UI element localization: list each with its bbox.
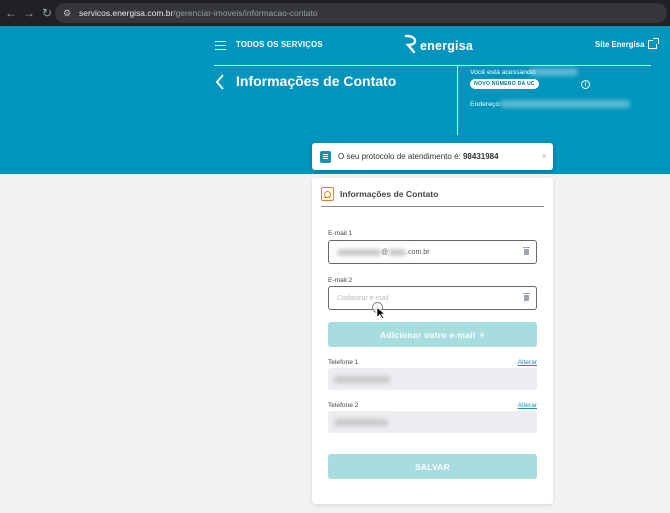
- save-button[interactable]: SALVAR: [328, 454, 537, 479]
- new-uc-number-badge[interactable]: NOVO NÚMERO DA UC: [470, 79, 539, 89]
- email2-input[interactable]: Cadastrar e-mail: [328, 286, 537, 310]
- external-link-icon: [648, 38, 660, 49]
- email1-input[interactable]: @ .com.br: [328, 240, 537, 264]
- email1-at: @: [381, 248, 389, 256]
- header-divider: [214, 65, 651, 66]
- protocol-toast: O seu protocolo de atendimento é: 984319…: [312, 143, 553, 170]
- email1-suffix: .com.br: [406, 248, 430, 256]
- email1-label: E-mail 1: [328, 230, 353, 237]
- page-title: Informações de Contato: [236, 73, 397, 89]
- phone1-label: Telefone 1: [328, 359, 359, 366]
- pointer-cursor-icon: [376, 306, 387, 320]
- redacted-uc-number: [530, 68, 578, 76]
- phone1-field[interactable]: [328, 368, 537, 390]
- hamburger-menu-icon[interactable]: [215, 41, 226, 50]
- document-icon: [320, 150, 331, 163]
- phone2-alter-link[interactable]: Alterar: [518, 402, 537, 409]
- energisa-logo-mark-icon: [404, 34, 418, 54]
- url-text: servicos.energisa.com.br/gerenciar-imove…: [79, 8, 318, 18]
- url-path: /gerenciar-imoveis/informacao-contato: [173, 8, 318, 18]
- plus-icon: +: [479, 329, 486, 340]
- protocol-text: O seu protocolo de atendimento é: 984319…: [338, 152, 499, 161]
- email2-placeholder: Cadastrar e-mail: [337, 294, 389, 302]
- site-link-label: Site Energisa: [595, 40, 645, 49]
- logo-text: energisa: [420, 38, 474, 53]
- close-icon[interactable]: ×: [542, 151, 547, 161]
- redacted-email-domain: [388, 248, 407, 256]
- back-chevron-icon[interactable]: [214, 73, 228, 91]
- contact-info-card: Informações de Contato E-mail 1 @ .com.b…: [312, 178, 553, 504]
- card-divider: [321, 206, 544, 207]
- browser-toolbar: ← → ↻ ⚙ servicos.energisa.com.br/gerenci…: [0, 0, 670, 26]
- phone2-label: Telefone 2: [328, 402, 359, 409]
- energisa-logo[interactable]: energisa: [404, 34, 473, 54]
- accessing-label: Você está acessando:: [470, 69, 537, 76]
- address-bar[interactable]: ⚙ servicos.energisa.com.br/gerenciar-imo…: [55, 3, 667, 23]
- redacted-email-user: [337, 248, 381, 256]
- info-icon[interactable]: i: [581, 80, 590, 89]
- phone1-alter-link[interactable]: Alterar: [518, 359, 537, 366]
- add-email-button[interactable]: Adicionar outro e-mail +: [328, 322, 537, 347]
- redacted-phone1: [334, 375, 390, 383]
- card-title: Informações de Contato: [340, 189, 439, 199]
- redacted-address: [500, 100, 630, 108]
- header-vertical-divider: [457, 66, 458, 135]
- forward-arrow-icon[interactable]: →: [20, 4, 38, 22]
- protocol-message: O seu protocolo de atendimento é:: [338, 152, 461, 161]
- email2-label: E-mail 2: [328, 277, 353, 284]
- add-email-label: Adicionar outro e-mail: [379, 329, 476, 340]
- trash-icon[interactable]: [523, 293, 530, 301]
- back-arrow-icon[interactable]: ←: [2, 4, 20, 22]
- redacted-phone2: [334, 418, 388, 426]
- contact-card-icon: [321, 187, 334, 201]
- reload-icon[interactable]: ↻: [38, 4, 56, 22]
- all-services-link[interactable]: TODOS OS SERVIÇOS: [236, 40, 323, 49]
- protocol-number: 98431984: [462, 152, 499, 161]
- url-host: servicos.energisa.com.br: [79, 8, 174, 18]
- address-label: Endereço:: [470, 101, 501, 108]
- phone2-field[interactable]: [328, 411, 537, 433]
- site-energisa-link[interactable]: Site Energisa: [595, 38, 660, 49]
- trash-icon[interactable]: [523, 247, 530, 255]
- site-info-icon[interactable]: ⚙: [61, 7, 73, 19]
